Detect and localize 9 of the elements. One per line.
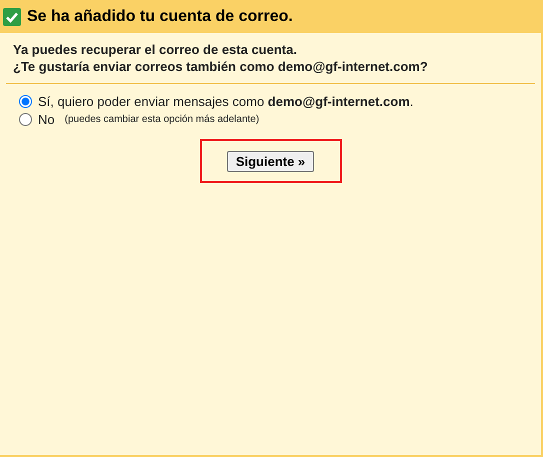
option-label[interactable]: Sí, quiero poder enviar mensajes como demo@gf-internet.com. bbox=[38, 94, 414, 109]
radio-button[interactable] bbox=[19, 113, 32, 126]
option-note: (puedes cambiar esta opción más adelante) bbox=[64, 114, 260, 125]
radio-button[interactable] bbox=[19, 95, 32, 108]
option-label[interactable]: No bbox=[38, 112, 55, 127]
header-title: Se ha añadido tu cuenta de correo. bbox=[27, 8, 293, 26]
intro-text: Ya puedes recuperar el correo de esta cuenta. bbox=[13, 42, 298, 58]
intro-text: ¿Te gustaría enviar correos también como demo@gf-internet.com? bbox=[13, 59, 429, 75]
next-button[interactable]: Siguiente » bbox=[226, 150, 314, 172]
